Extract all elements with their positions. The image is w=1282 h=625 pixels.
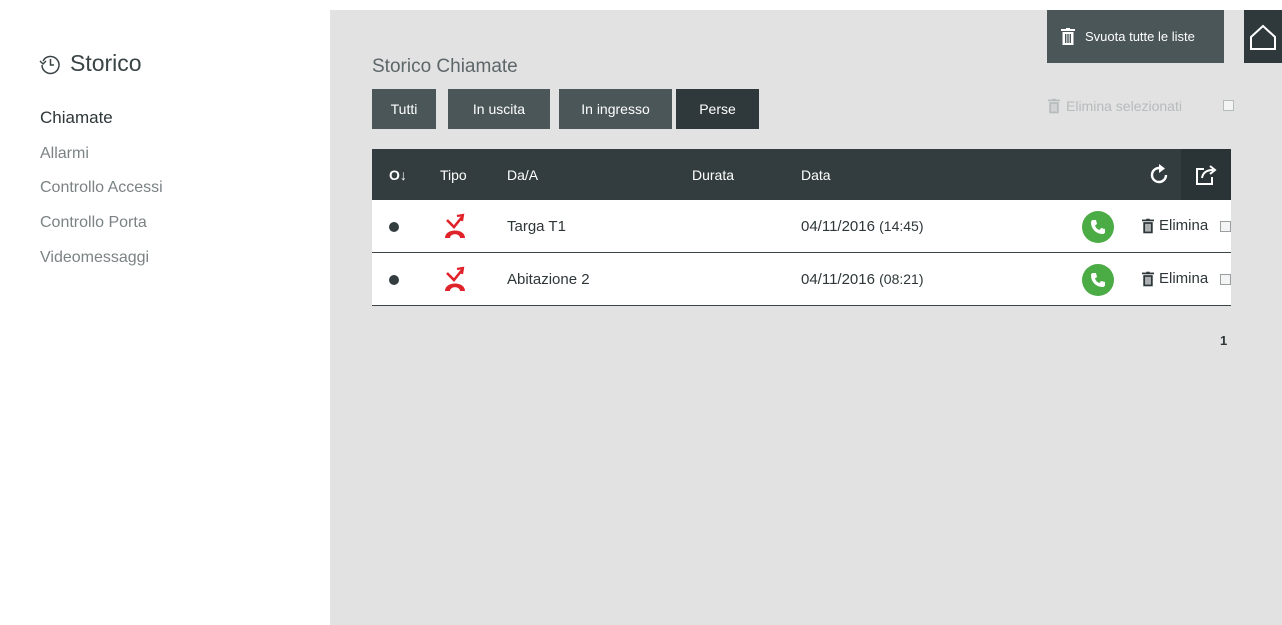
sidebar-item-controllo-porta[interactable]: Controllo Porta	[40, 214, 147, 232]
call-back-button[interactable]	[1082, 264, 1114, 296]
sidebar-item-allarmi[interactable]: Allarmi	[40, 145, 89, 163]
home-icon	[1250, 24, 1276, 50]
call-time-value: (14:45)	[879, 218, 924, 234]
call-contact-name: Abitazione 2	[507, 271, 590, 288]
column-tipo: Tipo	[440, 167, 467, 183]
trash-icon	[1061, 28, 1075, 45]
sidebar-title: Storico	[38, 50, 142, 77]
home-button[interactable]	[1244, 10, 1282, 63]
clear-all-lists-label: Svuota tutte le liste	[1085, 29, 1195, 44]
delete-selected-button[interactable]: Elimina selezionati	[1048, 98, 1182, 114]
call-time-value: (08:21)	[879, 271, 924, 287]
status-dot	[389, 222, 399, 232]
sidebar-item-chiamate[interactable]: Chiamate	[40, 108, 113, 128]
missed-call-icon	[445, 266, 465, 291]
refresh-icon[interactable]	[1147, 161, 1171, 187]
delete-row-button[interactable]: Elimina	[1142, 270, 1208, 287]
table-header-actions	[1121, 149, 1231, 200]
sidebar-title-label: Storico	[70, 50, 142, 76]
call-back-button[interactable]	[1082, 211, 1114, 243]
column-durata: Durata	[692, 167, 735, 183]
column-da-a: Da/A	[507, 167, 539, 183]
phone-icon	[1091, 273, 1105, 287]
export-icon	[1196, 164, 1217, 185]
table-row[interactable]: Abitazione 2 04/11/2016 (08:21) Elimina	[372, 253, 1231, 306]
export-button[interactable]	[1181, 149, 1231, 200]
phone-icon	[1091, 220, 1105, 234]
call-date: 04/11/2016 (08:21)	[801, 271, 924, 288]
sidebar: Storico Chiamate Allarmi Controllo Acces…	[8, 10, 330, 625]
trash-icon	[1142, 271, 1154, 286]
missed-call-icon	[445, 213, 465, 238]
history-icon	[39, 55, 60, 74]
filter-perse-button[interactable]: Perse	[676, 89, 759, 129]
filter-in-ingresso-button[interactable]: In ingresso	[559, 89, 672, 129]
trash-icon	[1142, 218, 1154, 233]
sidebar-item-videomessaggi[interactable]: Videomessaggi	[40, 249, 149, 267]
delete-selected-label: Elimina selezionati	[1066, 98, 1182, 114]
status-dot	[389, 275, 399, 285]
call-date-value: 04/11/2016	[801, 271, 875, 288]
filter-in-uscita-button[interactable]: In uscita	[448, 89, 550, 129]
call-date-value: 04/11/2016	[801, 218, 875, 235]
row-checkbox[interactable]	[1220, 221, 1231, 232]
main-content: Svuota tutte le liste Storico Chiamate T…	[330, 10, 1282, 625]
call-date: 04/11/2016 (14:45)	[801, 218, 924, 235]
delete-row-label: Elimina	[1159, 217, 1209, 234]
call-contact-name: Targa T1	[507, 218, 566, 235]
pagination-page-1[interactable]: 1	[1220, 333, 1227, 348]
calls-table: O↓ Tipo Da/A Durata Data Targa T1 04/11/…	[372, 149, 1231, 306]
page-title: Storico Chiamate	[372, 56, 518, 77]
delete-row-button[interactable]: Elimina	[1142, 217, 1208, 234]
sidebar-item-controllo-accessi[interactable]: Controllo Accessi	[40, 179, 163, 197]
app-root: Storico Chiamate Allarmi Controllo Acces…	[0, 0, 1282, 625]
clear-all-lists-button[interactable]: Svuota tutte le liste	[1047, 10, 1224, 63]
table-header: O↓ Tipo Da/A Durata Data	[372, 149, 1231, 200]
delete-row-label: Elimina	[1159, 270, 1209, 287]
table-row[interactable]: Targa T1 04/11/2016 (14:45) Elimina	[372, 200, 1231, 253]
select-all-checkbox[interactable]	[1223, 100, 1234, 111]
row-checkbox[interactable]	[1220, 274, 1231, 285]
trash-icon	[1048, 98, 1060, 114]
column-data: Data	[801, 167, 831, 183]
filter-tutti-button[interactable]: Tutti	[372, 89, 436, 129]
column-status[interactable]: O↓	[389, 167, 407, 183]
